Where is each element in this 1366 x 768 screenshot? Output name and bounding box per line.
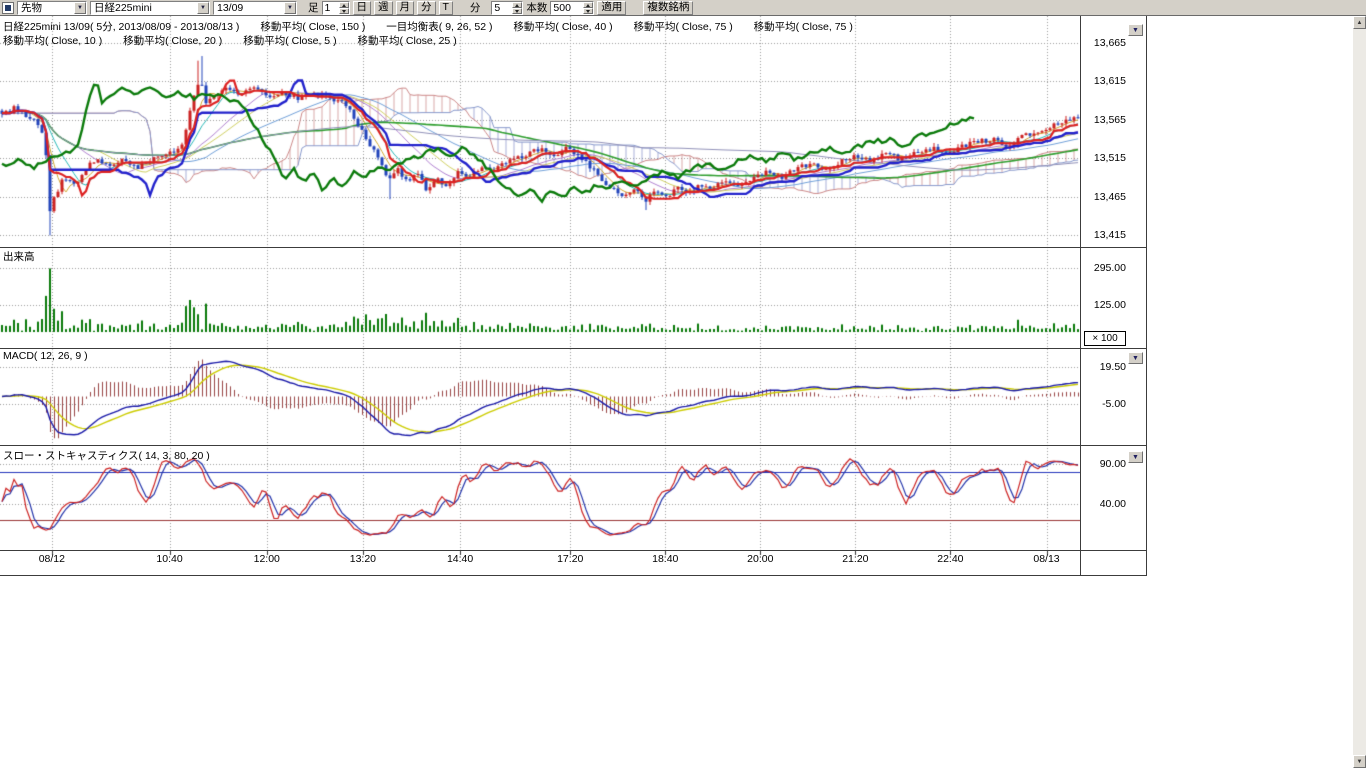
macd-pane-title: MACD( 12, 26, 9 )	[3, 350, 88, 362]
minute-unit-label: 分	[470, 0, 481, 15]
macd-axis-label: 19.50	[1082, 361, 1126, 374]
price-axis-label: 13,515	[1082, 152, 1126, 165]
stoch-pane-scale-button[interactable]: ▼	[1128, 451, 1143, 463]
bar-count-value: 1	[325, 2, 331, 14]
price-pane-scale-button[interactable]: ▼	[1128, 24, 1143, 36]
time-axis-label: 08/12	[39, 553, 65, 565]
app-icon-glyph	[5, 5, 11, 11]
period-month-button[interactable]: 月	[396, 1, 415, 15]
macd-axis-label: -5.00	[1082, 398, 1126, 411]
overlay-ma20-label: 移動平均( Close, 20 )	[123, 35, 222, 47]
symbol-value: 日経225mini	[94, 0, 152, 15]
overlay-ma150-label: 移動平均( Close, 150 )	[260, 21, 365, 33]
stoch-axis-label: 90.00	[1082, 458, 1126, 471]
multi-symbol-button[interactable]: 複数銘柄	[643, 1, 693, 15]
time-axis-label: 10:40	[156, 553, 182, 565]
spinner-arrows	[583, 2, 593, 14]
instrument-type-value: 先物	[21, 0, 42, 15]
app-icon[interactable]	[2, 2, 14, 14]
time-axis-label: 17:20	[557, 553, 583, 565]
time-axis-label: 21:20	[842, 553, 868, 565]
instrument-type-combobox[interactable]: 先物 ▼	[17, 1, 87, 15]
bar-count-spinner[interactable]: 1	[322, 1, 350, 15]
volume-axis-label: 125.00	[1082, 299, 1126, 312]
time-axis-label: 08/13	[1033, 553, 1059, 565]
price-pane-header-row2: 移動平均( Close, 10 ) 移動平均( Close, 20 ) 移動平均…	[3, 33, 475, 48]
spinner-arrows	[339, 2, 349, 14]
scroll-down-button[interactable]: ▼	[1353, 755, 1366, 768]
bars-count-label: 本数	[526, 0, 547, 15]
scroll-up-button[interactable]: ▲	[1353, 16, 1366, 29]
macd-stoch-separator	[0, 445, 1147, 446]
volume-axis-label: 295.00	[1082, 262, 1126, 275]
bars-count-spinner[interactable]: 500	[550, 1, 594, 15]
overlay-ma10-label: 移動平均( Close, 10 )	[3, 35, 102, 47]
chevron-down-icon[interactable]: ▼	[74, 2, 86, 14]
overlay-ma75-label: 移動平均( Close, 75 )	[634, 21, 733, 33]
time-axis-label: 22:40	[937, 553, 963, 565]
price-axis-label: 13,665	[1082, 37, 1126, 50]
period-tick-button[interactable]: T	[439, 1, 453, 15]
macd-pane-scale-button[interactable]: ▼	[1128, 352, 1143, 364]
minute-value: 5	[494, 2, 500, 14]
chevron-down-icon[interactable]: ▼	[284, 2, 296, 14]
contract-month-combobox[interactable]: 13/09 ▼	[213, 1, 297, 15]
price-axis-label: 13,565	[1082, 114, 1126, 127]
volume-multiplier-box: × 100	[1084, 331, 1126, 346]
volume-macd-separator	[0, 348, 1147, 349]
period-week-button[interactable]: 週	[374, 1, 393, 15]
time-axis-label: 18:40	[652, 553, 678, 565]
plot-axis-divider	[1080, 16, 1081, 576]
chart-bottom-border	[0, 575, 1147, 576]
spinner-arrows	[512, 2, 522, 14]
chevron-down-icon[interactable]: ▼	[197, 2, 209, 14]
price-pane-header-row1: 日経225mini 13/09( 5分, 2013/08/09 - 2013/0…	[3, 19, 871, 34]
spin-down-icon[interactable]	[339, 8, 349, 14]
bar-type-label: 足	[308, 0, 319, 15]
overlay-ma25-label: 移動平均( Close, 25 )	[358, 35, 457, 47]
spin-down-icon[interactable]	[512, 8, 522, 14]
toolbar: 先物 ▼ 日経225mini ▼ 13/09 ▼ 足 1 日 週 月 分 T 分…	[0, 0, 1366, 16]
time-axis-label: 14:40	[447, 553, 473, 565]
chart-title: 日経225mini 13/09( 5分, 2013/08/09 - 2013/0…	[3, 21, 239, 33]
price-axis-label: 13,415	[1082, 229, 1126, 242]
time-axis-label: 13:20	[350, 553, 376, 565]
stoch-timeaxis-separator	[0, 550, 1147, 551]
stoch-pane-title: スロー・ストキャスティクス( 14, 3, 80, 20 )	[3, 448, 210, 463]
price-axis-label: 13,615	[1082, 75, 1126, 88]
stoch-axis-label: 40.00	[1082, 498, 1126, 511]
trading-app-window: 先物 ▼ 日経225mini ▼ 13/09 ▼ 足 1 日 週 月 分 T 分…	[0, 0, 1366, 768]
apply-button[interactable]: 適用	[597, 1, 626, 15]
period-day-button[interactable]: 日	[353, 1, 372, 15]
spin-down-icon[interactable]	[583, 8, 593, 14]
period-minute-button[interactable]: 分	[417, 1, 436, 15]
overlay-ma40-label: 移動平均( Close, 40 )	[513, 21, 612, 33]
overlay-ma75b-label: 移動平均( Close, 75 )	[754, 21, 853, 33]
overlay-ma5-label: 移動平均( Close, 5 )	[243, 35, 336, 47]
time-axis-label: 20:00	[747, 553, 773, 565]
chart-canvas[interactable]	[0, 16, 1080, 575]
overlay-ichimoku-label: 一目均衡表( 9, 26, 52 )	[386, 21, 492, 33]
volume-pane-title: 出来高	[3, 249, 35, 264]
price-axis-label: 13,465	[1082, 191, 1126, 204]
minute-value-spinner[interactable]: 5	[491, 1, 523, 15]
vertical-scrollbar[interactable]: ▲ ▼	[1353, 16, 1366, 768]
bars-count-value: 500	[553, 2, 571, 14]
time-axis-label: 12:00	[254, 553, 280, 565]
symbol-combobox[interactable]: 日経225mini ▼	[90, 1, 210, 15]
price-volume-separator	[0, 247, 1147, 248]
contract-month-value: 13/09	[217, 2, 243, 14]
axis-right-border	[1146, 16, 1147, 576]
